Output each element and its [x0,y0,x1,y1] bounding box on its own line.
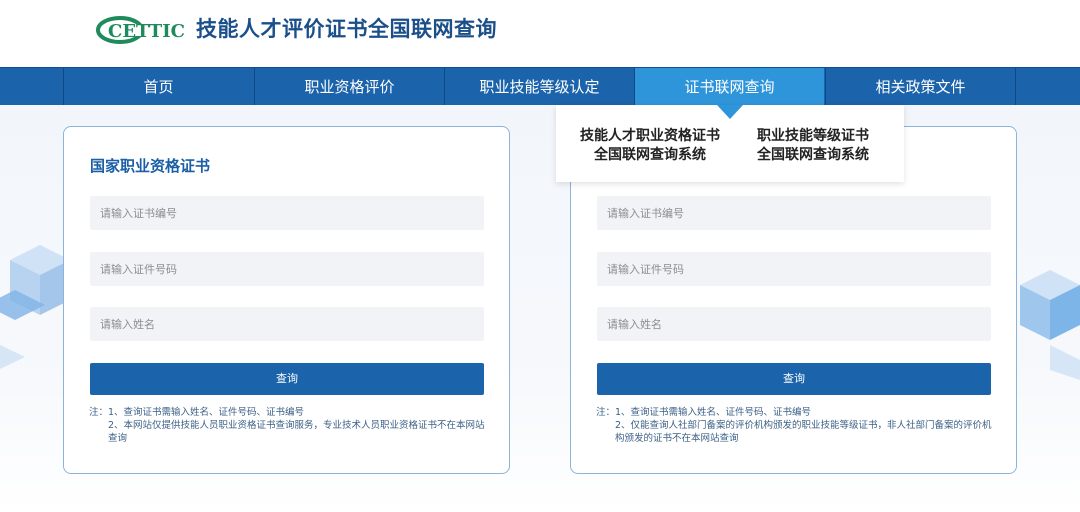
dropdown-item-skill-level-query[interactable]: 职业技能等级证书 全国联网查询系统 [748,127,878,165]
note-line: 注：1、查询证书需输入姓名、证件号码、证书编号 [596,407,812,418]
note-line: 2、仅能查询人社部门备案的评价机构颁发的职业技能等级证书，非人社部门备案的评价机… [615,420,992,444]
query-notes: 注：1、查询证书需输入姓名、证件号码、证书编号 2、本网站仅提供技能人员职业资格… [89,406,489,445]
logo-text: CETTIC [108,21,185,42]
cettic-logo[interactable]: CETTIC [96,14,188,46]
dropdown-item-qualification-query[interactable]: 技能人才职业资格证书 全国联网查询系统 [576,127,724,165]
query-notes: 注：1、查询证书需输入姓名、证件号码、证书编号 2、仅能查询人社部门备案的评价机… [596,406,996,445]
panel-title: 国家职业资格证书 [90,157,211,175]
id-number-input[interactable] [90,252,484,286]
dropdown-item-line: 技能人才职业资格证书 [580,128,720,144]
site-title: 技能人才评价证书全国联网查询 [196,17,497,41]
decorative-cube-left [0,245,70,369]
note-line: 注：1、查询证书需输入姓名、证件号码、证书编号 [89,407,305,418]
certificate-number-input[interactable] [597,196,991,230]
main-nav: 首页 职业资格评价 职业技能等级认定 证书联网查询 相关政策文件 [0,67,1080,106]
nav-divider [1015,68,1016,106]
dropdown-item-line: 全国联网查询系统 [757,147,869,163]
nav-skill-level-certification[interactable]: 职业技能等级认定 [444,68,634,106]
query-button[interactable]: 查询 [90,363,484,395]
national-qualification-panel: 国家职业资格证书 查询 注：1、查询证书需输入姓名、证件号码、证书编号 2、本网… [63,126,510,474]
nav-home[interactable]: 首页 [63,68,253,106]
note-line: 2、本网站仅提供技能人员职业资格证书查询服务，专业技术人员职业资格证书不在本网站… [108,420,485,444]
nav-policy-documents[interactable]: 相关政策文件 [825,68,1015,106]
decorative-cube-right [1020,270,1080,380]
dropdown-item-line: 职业技能等级证书 [757,128,869,144]
dropdown-item-line: 全国联网查询系统 [594,147,706,163]
name-input[interactable] [597,307,991,341]
name-input[interactable] [90,307,484,341]
query-button[interactable]: 查询 [597,363,991,395]
dropdown-pointer [717,105,743,119]
nav-qualification-evaluation[interactable]: 职业资格评价 [254,68,444,106]
site-header: CETTIC 技能人才评价证书全国联网查询 [0,0,1080,66]
certificate-number-input[interactable] [90,196,484,230]
nav-certificate-query[interactable]: 证书联网查询 [634,68,824,106]
id-number-input[interactable] [597,252,991,286]
